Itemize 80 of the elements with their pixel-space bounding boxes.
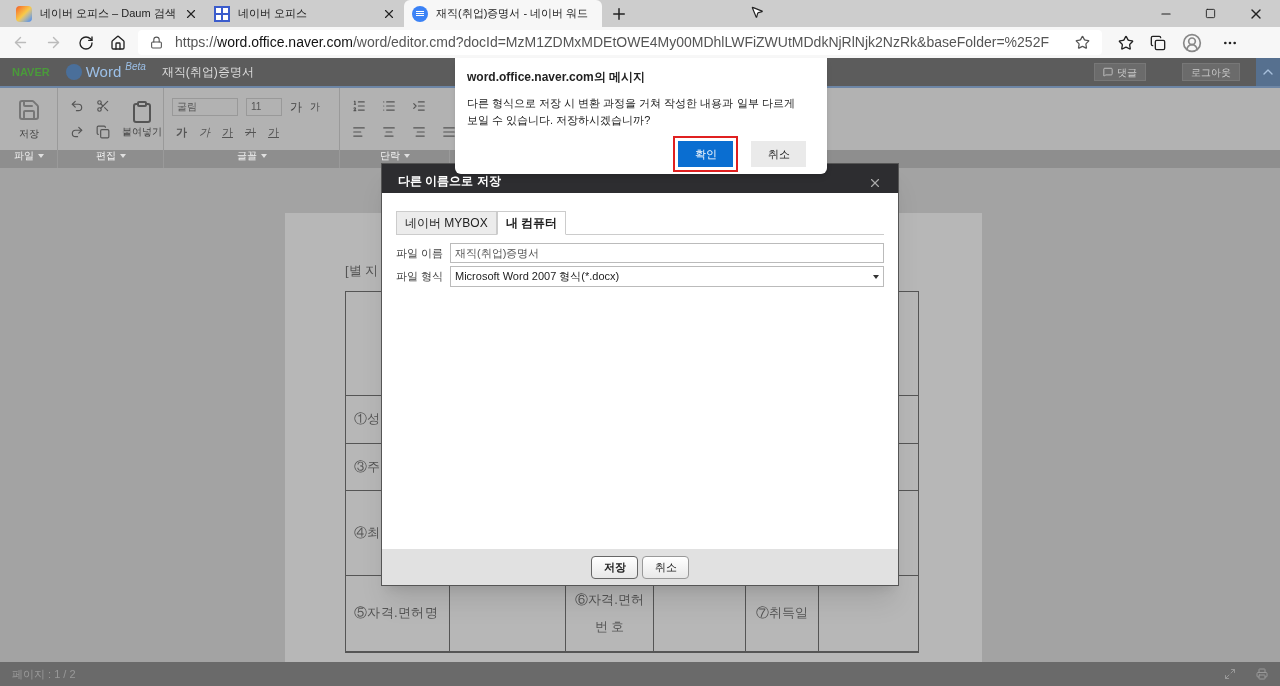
new-tab-icon[interactable] [610, 5, 628, 23]
format-select[interactable]: Microsoft Word 2007 형식(*.docx) [450, 266, 884, 287]
format-button[interactable]: 가 [245, 123, 256, 141]
dialog-title: 다른 이름으로 저장 [398, 173, 501, 190]
comment-button[interactable]: 댓글 [1094, 63, 1146, 81]
indent-icon[interactable] [412, 99, 426, 113]
field-label: 파일 형식 [396, 269, 444, 285]
browser-tab[interactable]: 네이버 오피스 – Daum 검색 [8, 0, 206, 27]
maximize-icon[interactable] [1205, 8, 1216, 19]
save-icon[interactable] [16, 97, 41, 122]
numbered-list-icon[interactable] [352, 99, 366, 113]
tab-title: 재직(취업)증명서 - 네이버 워드 [436, 6, 589, 22]
browser-tab[interactable]: 네이버 오피스 [206, 0, 404, 27]
table-cell-text: ⑥자격.면허 [575, 590, 644, 609]
format-button[interactable]: 가 [176, 123, 187, 141]
favorites-icon[interactable] [1118, 34, 1134, 51]
save-label: 저장 [18, 126, 39, 141]
paste-label: 붙여넣기 [122, 124, 162, 139]
align-left-icon[interactable] [352, 125, 366, 139]
beta-label: Beta [125, 59, 146, 74]
dropdown-arrow-icon [873, 274, 879, 279]
alert-message: 다른 형식으로 저장 시 변환 과정을 거쳐 작성한 내용과 일부 다르게 보일 수 있습니다. 저장하시겠습니까? [467, 96, 796, 128]
alert-button[interactable]: 확인 [678, 141, 733, 168]
dropdown-arrow-icon [260, 154, 267, 158]
comment-icon [1103, 67, 1113, 77]
size-select[interactable]: 11 [246, 97, 282, 116]
table-cell-text: 번 호 [594, 618, 625, 636]
close-icon[interactable] [868, 176, 882, 190]
align-center-icon[interactable] [382, 125, 396, 139]
alert-title: word.office.naver.com의 메시지 [467, 69, 647, 86]
url-text: https://word.office.naver.com/word/editor.cmd?docId=MzM1ZDMxMDEtOWE4My00MDhlLWFiZWUtMDdkNjRlNjk2NzRk&baseFolder=%252F [175, 33, 1049, 52]
ribbon-group-tab[interactable]: 편집 [95, 151, 116, 161]
format-button[interactable]: 가 [222, 123, 233, 141]
tab-title: 네이버 오피스 – Daum 검색 [40, 6, 176, 22]
dropdown-arrow-icon [37, 154, 44, 158]
format-button[interactable]: 가 [268, 123, 279, 141]
align-right-icon[interactable] [412, 125, 426, 139]
bullet-list-icon[interactable] [382, 99, 396, 113]
address-bar[interactable]: https://word.office.naver.com/word/editor.cmd?docId=MzM1ZDMxMDEtOWE4My00MDhlLWFiZWUtMDdkNjRlNjk2NzRk&baseFolder=%252F [138, 30, 1102, 55]
document-heading: [별 지 [345, 262, 379, 280]
field-label: 파일 이름 [396, 245, 444, 261]
dialog-button[interactable]: 취소 [642, 555, 689, 579]
font-select[interactable]: 굴림 [172, 97, 238, 116]
dialog-tab[interactable]: 내 컴퓨터 [496, 211, 567, 235]
ribbon-group-tab[interactable]: 파일 [13, 151, 34, 161]
ribbon-group-tab[interactable]: 단락 [379, 151, 400, 161]
tab-title: 네이버 오피스 [238, 6, 309, 22]
mouse-cursor-icon [750, 5, 764, 19]
redo-icon[interactable] [70, 125, 84, 139]
fullscreen-icon[interactable] [1224, 668, 1236, 680]
format-button[interactable]: 가 [199, 123, 210, 141]
home-icon[interactable] [110, 34, 126, 51]
undo-icon[interactable] [70, 99, 84, 113]
ribbon-group-tab[interactable]: 글꼴 [236, 151, 257, 161]
profile-icon[interactable] [1182, 32, 1202, 53]
lock-icon [150, 36, 163, 49]
tab-grid-icon [214, 5, 230, 22]
filename-input[interactable]: 재직(취업)증명서 [450, 243, 884, 263]
justify-icon[interactable] [442, 125, 456, 139]
print-icon[interactable] [1256, 668, 1268, 680]
paste-icon[interactable] [130, 99, 154, 124]
dialog-button[interactable]: 저장 [591, 555, 638, 579]
dialog-tab[interactable]: 네이버 MYBOX [396, 211, 497, 235]
add-favorite-icon[interactable] [1075, 35, 1090, 50]
document-title: 재직(취업)증명서 [161, 64, 254, 81]
tab-logo-icon [16, 5, 32, 22]
brand-logo: NAVER [12, 64, 50, 80]
alert-button[interactable]: 취소 [751, 141, 806, 168]
logout-button[interactable]: 로그아웃 [1182, 63, 1240, 81]
font-size-button[interactable]: 가 [310, 99, 320, 115]
dropdown-arrow-icon [403, 154, 410, 158]
dropdown-arrow-icon [119, 154, 126, 158]
collections-icon[interactable] [1150, 34, 1166, 51]
copy-icon[interactable] [96, 125, 110, 139]
tab-document-icon [412, 5, 428, 22]
reload-icon[interactable] [78, 34, 94, 51]
font-size-button[interactable]: 가 [290, 97, 302, 116]
browser-tab[interactable]: 재직(취업)증명서 - 네이버 워드 [404, 0, 602, 27]
scissors-icon[interactable] [96, 99, 110, 113]
product-name: Word [85, 61, 122, 82]
